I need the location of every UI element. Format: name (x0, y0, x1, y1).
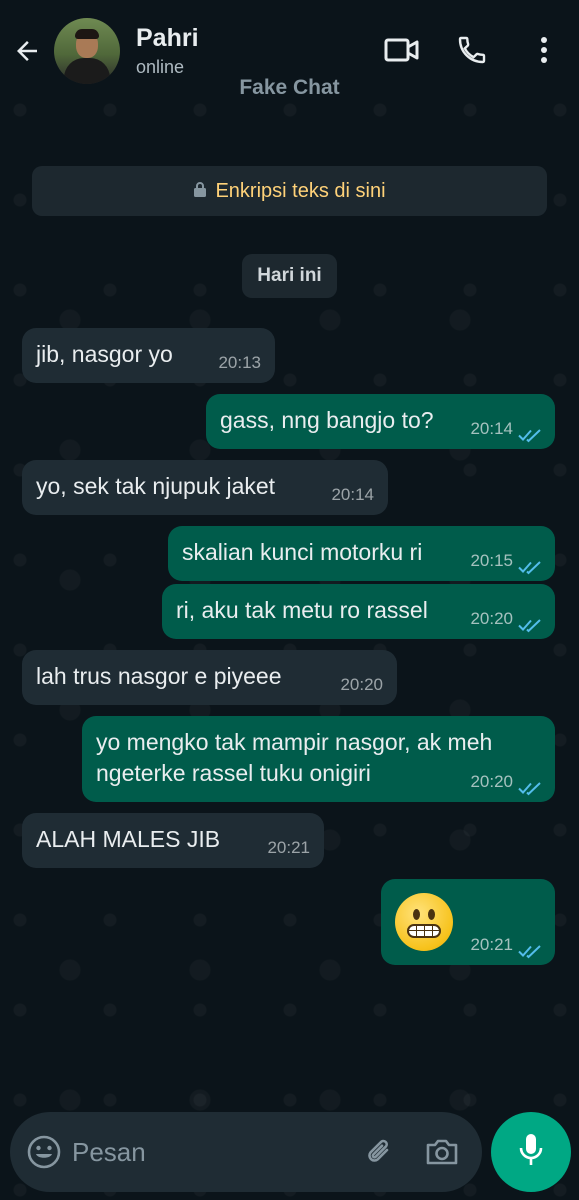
message-text: lah trus nasgor e piyeee (36, 663, 282, 689)
message-text: skalian kunci motorku ri (182, 539, 423, 565)
microphone-icon (517, 1132, 545, 1173)
message-composer[interactable]: Pesan (10, 1112, 482, 1192)
contact-avatar[interactable] (54, 18, 120, 84)
read-receipt-icon (518, 938, 543, 959)
video-call-icon[interactable] (382, 30, 422, 70)
read-receipt-icon (518, 775, 543, 796)
encryption-notice[interactable]: Enkripsi teks di sini (32, 166, 547, 216)
message-bubble-outgoing[interactable]: ri, aku tak metu ro rassel 20:20 (162, 584, 555, 639)
message-text: ri, aku tak metu ro rassel (176, 597, 428, 623)
read-receipt-icon (518, 422, 543, 443)
message-bubble-incoming[interactable]: lah trus nasgor e piyeee 20:20 (22, 650, 397, 705)
message-time: 20:20 (470, 609, 513, 628)
encryption-text: Enkripsi teks di sini (215, 179, 386, 202)
message-time: 20:14 (331, 485, 374, 504)
message-bubble-outgoing[interactable]: skalian kunci motorku ri 20:15 (168, 526, 555, 581)
message-input[interactable]: Pesan (72, 1137, 146, 1168)
message-bubble-outgoing[interactable]: gass, nng bangjo to? 20:14 (206, 394, 555, 449)
grimacing-face-emoji (395, 893, 453, 951)
message-time: 20:15 (470, 551, 513, 570)
message-bubble-outgoing[interactable]: yo mengko tak mampir nasgor, ak meh nget… (82, 716, 555, 802)
message-bubble-incoming[interactable]: yo, sek tak njupuk jaket 20:14 (22, 460, 388, 515)
message-time: 20:13 (218, 353, 261, 372)
message-bubble-incoming[interactable]: ALAH MALES JIB 20:21 (22, 813, 324, 868)
message-text: ALAH MALES JIB (36, 826, 221, 852)
message-text: yo, sek tak njupuk jaket (36, 473, 276, 499)
camera-icon[interactable] (422, 1132, 462, 1172)
message-text-line: yo mengko tak mampir nasgor, ak meh (96, 729, 493, 755)
more-options-icon[interactable] (524, 30, 564, 70)
message-text: jib, nasgor yo (36, 341, 173, 367)
back-arrow-icon[interactable] (10, 34, 44, 68)
message-text: gass, nng bangjo to? (220, 407, 434, 433)
read-receipt-icon (518, 554, 543, 575)
attachment-icon[interactable] (360, 1132, 400, 1172)
emoji-icon[interactable] (26, 1134, 62, 1170)
date-chip: Hari ini (242, 254, 337, 298)
voice-call-icon[interactable] (452, 30, 492, 70)
message-time: 20:14 (470, 419, 513, 438)
read-receipt-icon (518, 612, 543, 633)
contact-name[interactable]: Pahri (136, 24, 199, 53)
chat-header: Pahri online Fake Chat (0, 0, 579, 99)
contact-status: online (136, 57, 185, 77)
message-text-line: ngeterke rassel tuku onigiri (96, 760, 371, 786)
microphone-button[interactable] (491, 1112, 571, 1192)
chat-subtitle: Fake Chat (239, 76, 340, 99)
message-time: 20:21 (470, 935, 513, 954)
message-time: 20:21 (267, 838, 310, 857)
message-time: 20:20 (470, 772, 513, 791)
message-bubble-outgoing[interactable]: 20:21 (381, 879, 555, 965)
lock-icon (193, 180, 207, 203)
message-time: 20:20 (340, 675, 383, 694)
message-bubble-incoming[interactable]: jib, nasgor yo 20:13 (22, 328, 275, 383)
